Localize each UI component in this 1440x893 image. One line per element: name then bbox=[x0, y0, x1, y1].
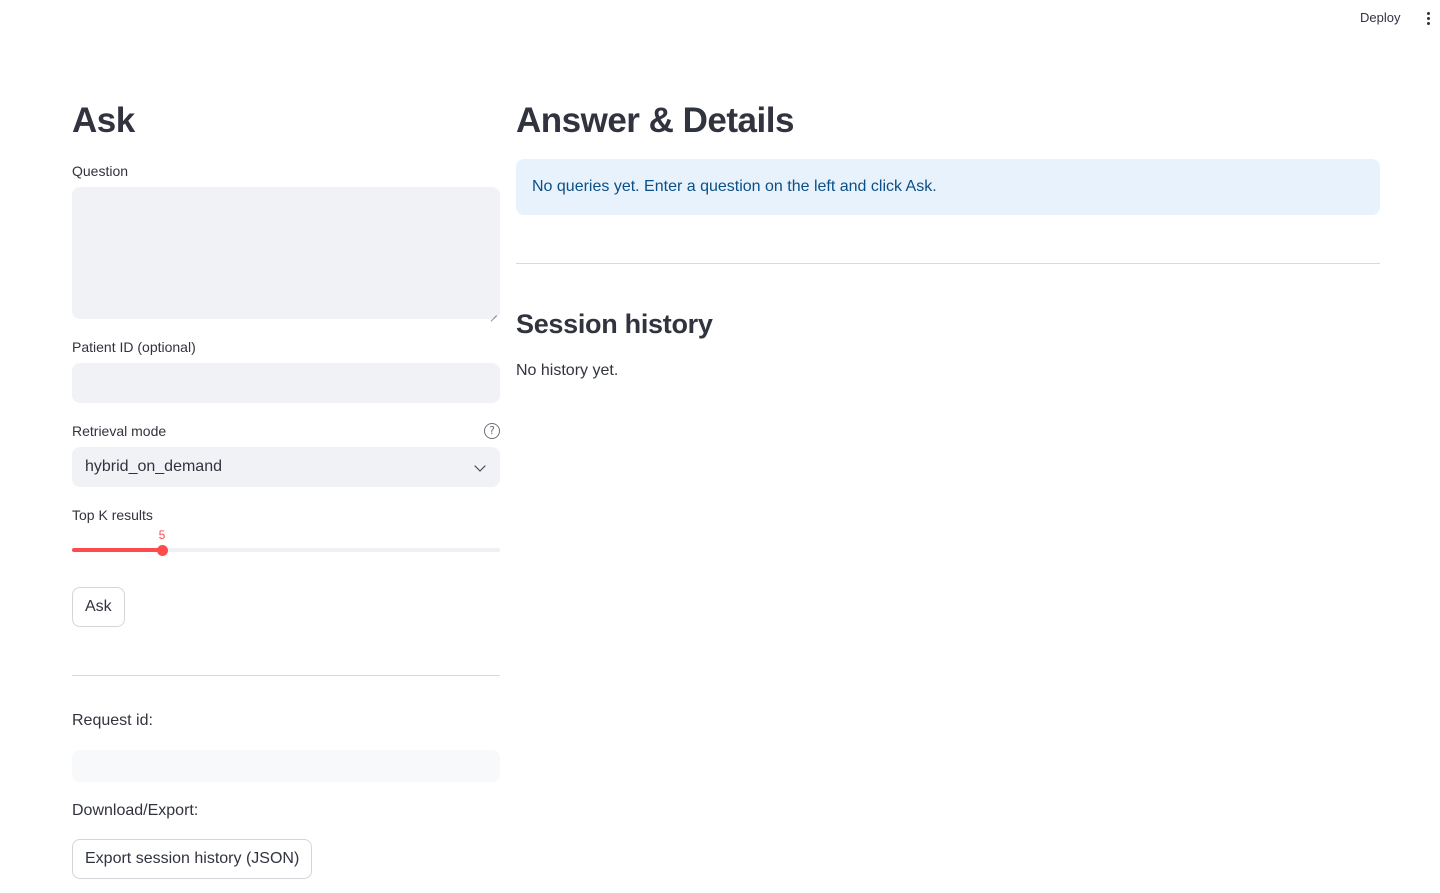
history-empty-text: No history yet. bbox=[516, 362, 619, 379]
patient-id-input[interactable] bbox=[72, 363, 500, 403]
patient-id-label: Patient ID (optional) bbox=[72, 339, 196, 355]
info-alert: No queries yet. Enter a question on the … bbox=[516, 159, 1380, 215]
session-history-title: Session history bbox=[516, 309, 713, 339]
download-export-label: Download/Export: bbox=[72, 802, 199, 819]
more-vertical-icon[interactable] bbox=[1419, 8, 1437, 28]
help-circle-icon[interactable]: ? bbox=[484, 423, 500, 439]
resize-handle-icon[interactable] bbox=[489, 308, 497, 316]
question-label: Question bbox=[72, 163, 129, 179]
info-message: No queries yet. Enter a question on the … bbox=[532, 178, 937, 195]
top-k-slider[interactable]: 5 bbox=[72, 528, 500, 560]
chevron-down-icon bbox=[474, 460, 486, 472]
slider-value: 5 bbox=[158, 528, 166, 542]
request-id-label: Request id: bbox=[72, 712, 153, 729]
slider-fill bbox=[72, 548, 162, 552]
export-session-history-button[interactable]: Export session history (JSON) bbox=[72, 839, 313, 879]
divider bbox=[72, 675, 500, 676]
ask-title: Ask bbox=[72, 101, 135, 140]
retrieval-mode-value: hybrid_on_demand bbox=[85, 458, 222, 475]
slider-thumb[interactable] bbox=[157, 545, 168, 556]
question-input[interactable] bbox=[72, 187, 500, 319]
divider bbox=[516, 263, 1380, 264]
retrieval-mode-label: Retrieval mode bbox=[72, 423, 167, 439]
app-toolbar: Deploy bbox=[0, 0, 1440, 36]
answer-title: Answer & Details bbox=[516, 101, 794, 140]
request-id-field bbox=[72, 750, 500, 782]
retrieval-mode-select[interactable]: hybrid_on_demand bbox=[72, 447, 500, 487]
ask-button[interactable]: Ask bbox=[72, 587, 125, 627]
top-k-label: Top K results bbox=[72, 507, 153, 523]
deploy-button[interactable]: Deploy bbox=[1350, 9, 1410, 27]
